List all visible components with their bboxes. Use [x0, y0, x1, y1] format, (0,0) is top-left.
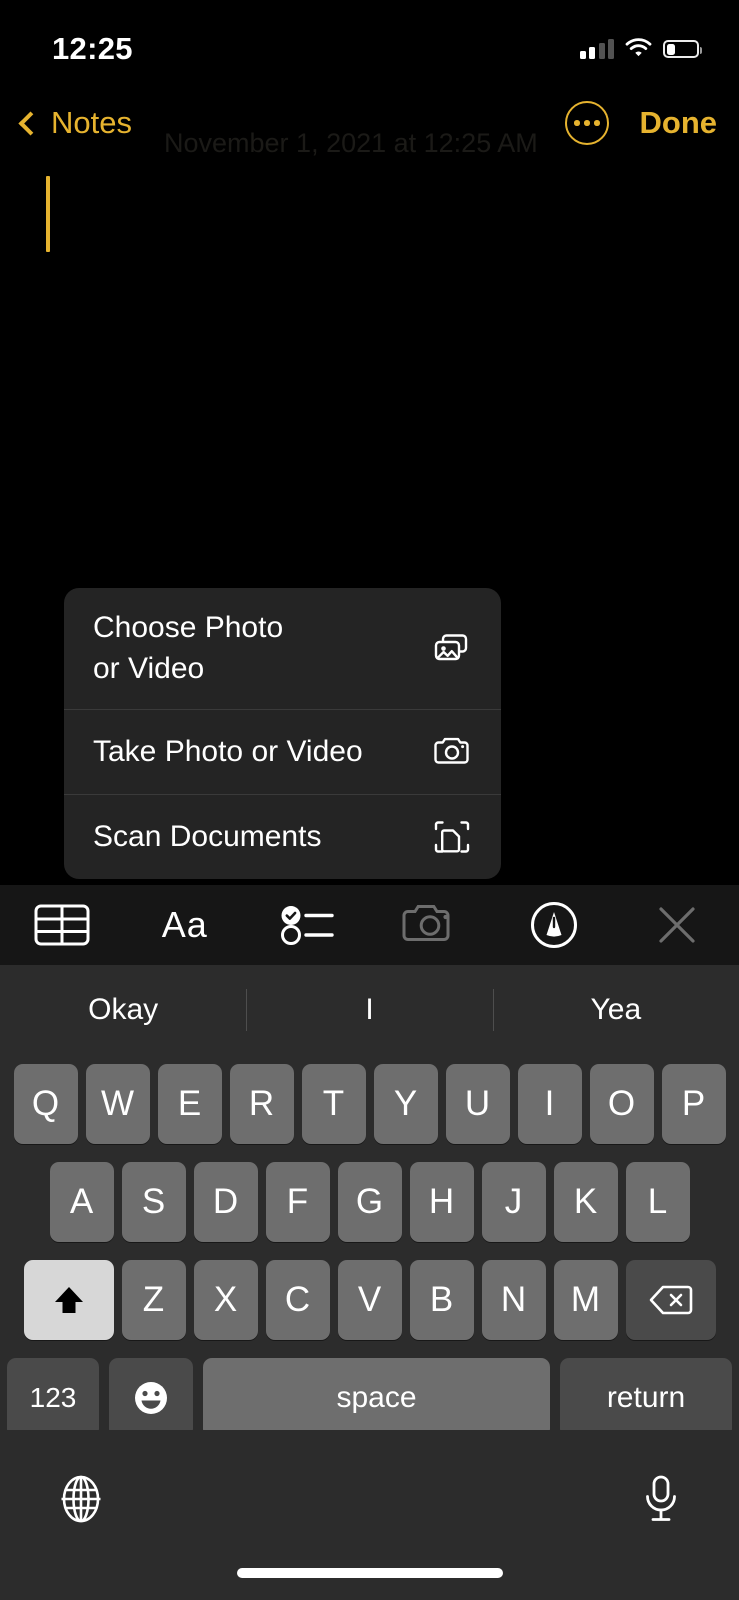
text-caret [46, 176, 50, 252]
notes-format-toolbar: Aa [0, 885, 739, 965]
prediction-item[interactable]: Yea [493, 993, 739, 1027]
microphone-icon[interactable] [639, 1474, 683, 1524]
checklist-icon[interactable] [246, 885, 369, 965]
menu-item-take-photo-or-video[interactable]: Take Photo or Video [64, 709, 501, 794]
key-o[interactable]: O [589, 1064, 654, 1144]
menu-item-choose-photo-or-video[interactable]: Choose Photo or Video [64, 588, 501, 709]
key-j[interactable]: J [481, 1162, 546, 1242]
prediction-item[interactable]: I [246, 993, 492, 1027]
keyboard-row-2: A S D F G H J K L [0, 1153, 739, 1251]
menu-item-label: Take Photo or Video [93, 734, 363, 768]
ellipsis-dot [584, 120, 590, 126]
key-b[interactable]: B [409, 1260, 474, 1340]
globe-icon[interactable] [56, 1474, 106, 1524]
key-t[interactable]: T [301, 1064, 366, 1144]
key-c[interactable]: C [265, 1260, 330, 1340]
menu-item-label: Scan Documents [93, 819, 322, 853]
insert-media-context-menu: Choose Photo or Video Take Photo or Vide… [64, 588, 501, 879]
ellipsis-dot [574, 120, 580, 126]
key-i[interactable]: I [517, 1064, 582, 1144]
key-w[interactable]: W [85, 1064, 150, 1144]
prediction-item[interactable]: Okay [0, 993, 246, 1027]
status-bar: 12:25 [0, 0, 739, 88]
key-h[interactable]: H [409, 1162, 474, 1242]
back-to-notes-button[interactable]: Notes [18, 95, 132, 151]
camera-icon[interactable] [370, 885, 493, 965]
battery-icon [663, 40, 702, 58]
document-scan-icon [432, 817, 472, 857]
key-y[interactable]: Y [373, 1064, 438, 1144]
back-button-label: Notes [51, 105, 132, 140]
delete-backward-icon[interactable] [625, 1260, 716, 1340]
camera-icon [432, 732, 472, 772]
key-n[interactable]: N [481, 1260, 546, 1340]
keyboard-row-3: Z X C V B N M [0, 1251, 739, 1349]
iphone-screen: 12:25 Notes Done November 1, 2021 at 12:… [0, 0, 739, 1600]
key-s[interactable]: S [121, 1162, 186, 1242]
keyboard-row-1: Q W E R T Y U I O P [0, 1055, 739, 1153]
close-icon[interactable] [616, 885, 739, 965]
markup-pen-icon[interactable] [493, 885, 616, 965]
key-q[interactable]: Q [13, 1064, 78, 1144]
menu-item-label-line1: Choose Photo [93, 610, 284, 644]
key-g[interactable]: G [337, 1162, 402, 1242]
home-indicator[interactable] [236, 1568, 503, 1578]
keyboard-bottom-bar [0, 1430, 739, 1600]
key-u[interactable]: U [445, 1064, 510, 1144]
key-z[interactable]: Z [121, 1260, 186, 1340]
more-options-button[interactable] [565, 101, 609, 145]
text-format-icon[interactable]: Aa [123, 885, 246, 965]
menu-item-scan-documents[interactable]: Scan Documents [64, 794, 501, 879]
ellipsis-dot [594, 120, 600, 126]
key-p[interactable]: P [661, 1064, 726, 1144]
key-a[interactable]: A [49, 1162, 114, 1242]
note-date-label: November 1, 2021 at 12:25 AM [164, 128, 538, 158]
numeric-keyboard-button[interactable]: 123 [7, 1358, 99, 1438]
key-k[interactable]: K [553, 1162, 618, 1242]
signal-bars-icon [579, 39, 614, 59]
smiley-face-icon[interactable] [109, 1358, 193, 1438]
status-bar-indicators [579, 37, 702, 62]
key-e[interactable]: E [157, 1064, 222, 1144]
key-x[interactable]: X [193, 1260, 258, 1340]
key-d[interactable]: D [193, 1162, 258, 1242]
prediction-bar: Okay I Yea [0, 965, 739, 1055]
menu-item-label: Choose Photo or Video [93, 608, 283, 690]
status-bar-time: 12:25 [52, 31, 133, 66]
chevron-left-icon [18, 110, 43, 136]
key-m[interactable]: M [553, 1260, 618, 1340]
table-icon[interactable] [0, 885, 123, 965]
key-r[interactable]: R [229, 1064, 294, 1144]
done-button[interactable]: Done [640, 95, 718, 151]
wifi-icon [625, 37, 652, 62]
key-l[interactable]: L [625, 1162, 690, 1242]
space-key[interactable]: space [203, 1358, 550, 1438]
photo-stack-icon [432, 629, 472, 669]
shift-up-arrow-icon[interactable] [23, 1260, 114, 1340]
menu-item-label-line2: or Video [93, 651, 205, 685]
key-f[interactable]: F [265, 1162, 330, 1242]
return-key[interactable]: return [560, 1358, 732, 1438]
key-v[interactable]: V [337, 1260, 402, 1340]
